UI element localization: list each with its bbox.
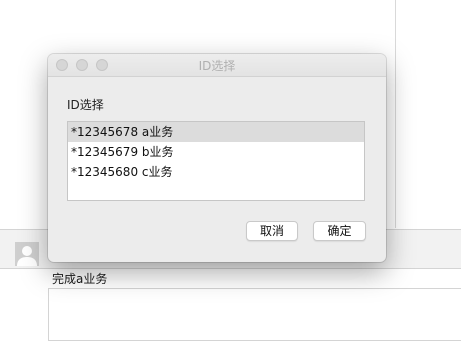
id-listbox[interactable]: *12345678 a业务 *12345679 b业务 *12345680 c业… [67, 121, 365, 201]
id-select-label: ID选择 [67, 98, 104, 112]
list-item[interactable]: *12345680 c业务 [68, 162, 364, 182]
user-avatar-icon [15, 242, 39, 266]
panel-divider [395, 0, 396, 228]
list-item[interactable]: *12345678 a业务 [68, 122, 364, 142]
dialog-titlebar: ID选择 [48, 54, 386, 77]
dialog-title: ID选择 [198, 59, 236, 73]
id-select-dialog: ID选择 ID选择 *12345678 a业务 *12345679 b业务 *1… [48, 54, 386, 262]
ok-button[interactable]: 确定 [313, 221, 366, 241]
list-item[interactable]: *12345679 b业务 [68, 142, 364, 162]
chat-input-area[interactable] [48, 288, 461, 341]
cancel-button[interactable]: 取消 [246, 221, 298, 241]
chat-message-text: 完成a业务 [52, 272, 108, 286]
app-window: 完成a业务 ID选择 ID选择 *12345678 a业务 *12345679 … [0, 0, 461, 349]
avatar[interactable] [15, 242, 39, 266]
